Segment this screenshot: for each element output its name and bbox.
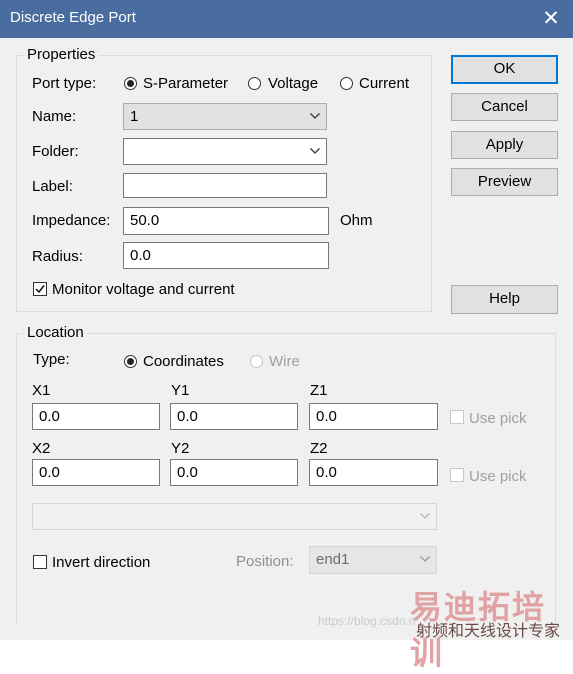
y2-label: Y2 <box>171 440 190 457</box>
folder-select[interactable] <box>123 138 327 165</box>
port-type-s-parameter-radio[interactable] <box>124 77 137 90</box>
port-type-voltage-label[interactable]: Voltage <box>268 75 318 92</box>
dialog-client-area: Properties Port type: S-Parameter Voltag… <box>0 38 573 640</box>
use-pick-1-label[interactable]: Use pick <box>469 410 527 427</box>
type-wire-radio[interactable] <box>250 355 263 368</box>
port-type-s-parameter-label[interactable]: S-Parameter <box>143 75 228 92</box>
apply-button[interactable]: Apply <box>451 131 558 159</box>
preview-button[interactable]: Preview <box>451 168 558 196</box>
monitor-label[interactable]: Monitor voltage and current <box>52 281 235 298</box>
location-type-label: Type: <box>33 351 70 368</box>
z1-label: Z1 <box>310 382 328 399</box>
z1-input[interactable]: 0.0 <box>309 403 438 430</box>
port-type-current-label[interactable]: Current <box>359 75 409 92</box>
radius-input[interactable]: 0.0 <box>123 242 329 269</box>
y1-input[interactable]: 0.0 <box>170 403 298 430</box>
port-type-current-radio[interactable] <box>340 77 353 90</box>
x2-label: X2 <box>32 440 51 457</box>
use-pick-2-checkbox[interactable] <box>450 468 464 482</box>
location-legend: Location <box>24 324 87 341</box>
chevron-down-icon <box>310 113 320 119</box>
wire-select[interactable] <box>32 503 437 530</box>
port-type-voltage-radio[interactable] <box>248 77 261 90</box>
position-select[interactable]: end1 <box>309 546 437 574</box>
ok-button[interactable]: OK <box>451 55 558 84</box>
properties-legend: Properties <box>24 46 99 63</box>
radius-label: Radius: <box>32 248 83 265</box>
monitor-checkbox[interactable] <box>33 282 47 296</box>
checkmark-icon <box>35 285 45 294</box>
use-pick-2-label[interactable]: Use pick <box>469 468 527 485</box>
use-pick-1-checkbox[interactable] <box>450 410 464 424</box>
x1-input[interactable]: 0.0 <box>32 403 160 430</box>
chevron-down-icon <box>420 556 430 562</box>
chevron-down-icon <box>310 148 320 154</box>
watermark-url: https://blog.csdn.n <box>318 614 416 628</box>
x2-input[interactable]: 0.0 <box>32 459 160 486</box>
position-label: Position: <box>236 553 294 570</box>
help-button[interactable]: Help <box>451 285 558 314</box>
x1-label: X1 <box>32 382 51 399</box>
type-coordinates-radio[interactable] <box>124 355 137 368</box>
title-bar: Discrete Edge Port ✕ <box>0 0 573 38</box>
name-select-value: 1 <box>130 108 139 125</box>
type-coordinates-label[interactable]: Coordinates <box>143 353 224 370</box>
impedance-label: Impedance: <box>32 212 111 229</box>
close-icon[interactable]: ✕ <box>540 8 562 30</box>
name-select[interactable]: 1 <box>123 103 327 130</box>
label-label: Label: <box>32 178 73 195</box>
window-title: Discrete Edge Port <box>10 9 136 26</box>
port-type-label: Port type: <box>32 75 97 92</box>
folder-label: Folder: <box>32 143 79 160</box>
impedance-input[interactable]: 50.0 <box>123 207 329 235</box>
y2-input[interactable]: 0.0 <box>170 459 298 486</box>
y1-label: Y1 <box>171 382 190 399</box>
type-wire-label[interactable]: Wire <box>269 353 300 370</box>
label-input[interactable] <box>123 173 327 198</box>
invert-direction-label[interactable]: Invert direction <box>52 554 150 571</box>
position-select-value: end1 <box>316 551 350 568</box>
z2-input[interactable]: 0.0 <box>309 459 438 486</box>
name-label: Name: <box>32 108 77 125</box>
cancel-button[interactable]: Cancel <box>451 93 558 121</box>
invert-direction-checkbox[interactable] <box>33 555 47 569</box>
impedance-unit: Ohm <box>340 212 373 229</box>
watermark-subtitle: 射频和天线设计专家 <box>416 623 561 640</box>
z2-label: Z2 <box>310 440 328 457</box>
chevron-down-icon <box>420 513 430 519</box>
